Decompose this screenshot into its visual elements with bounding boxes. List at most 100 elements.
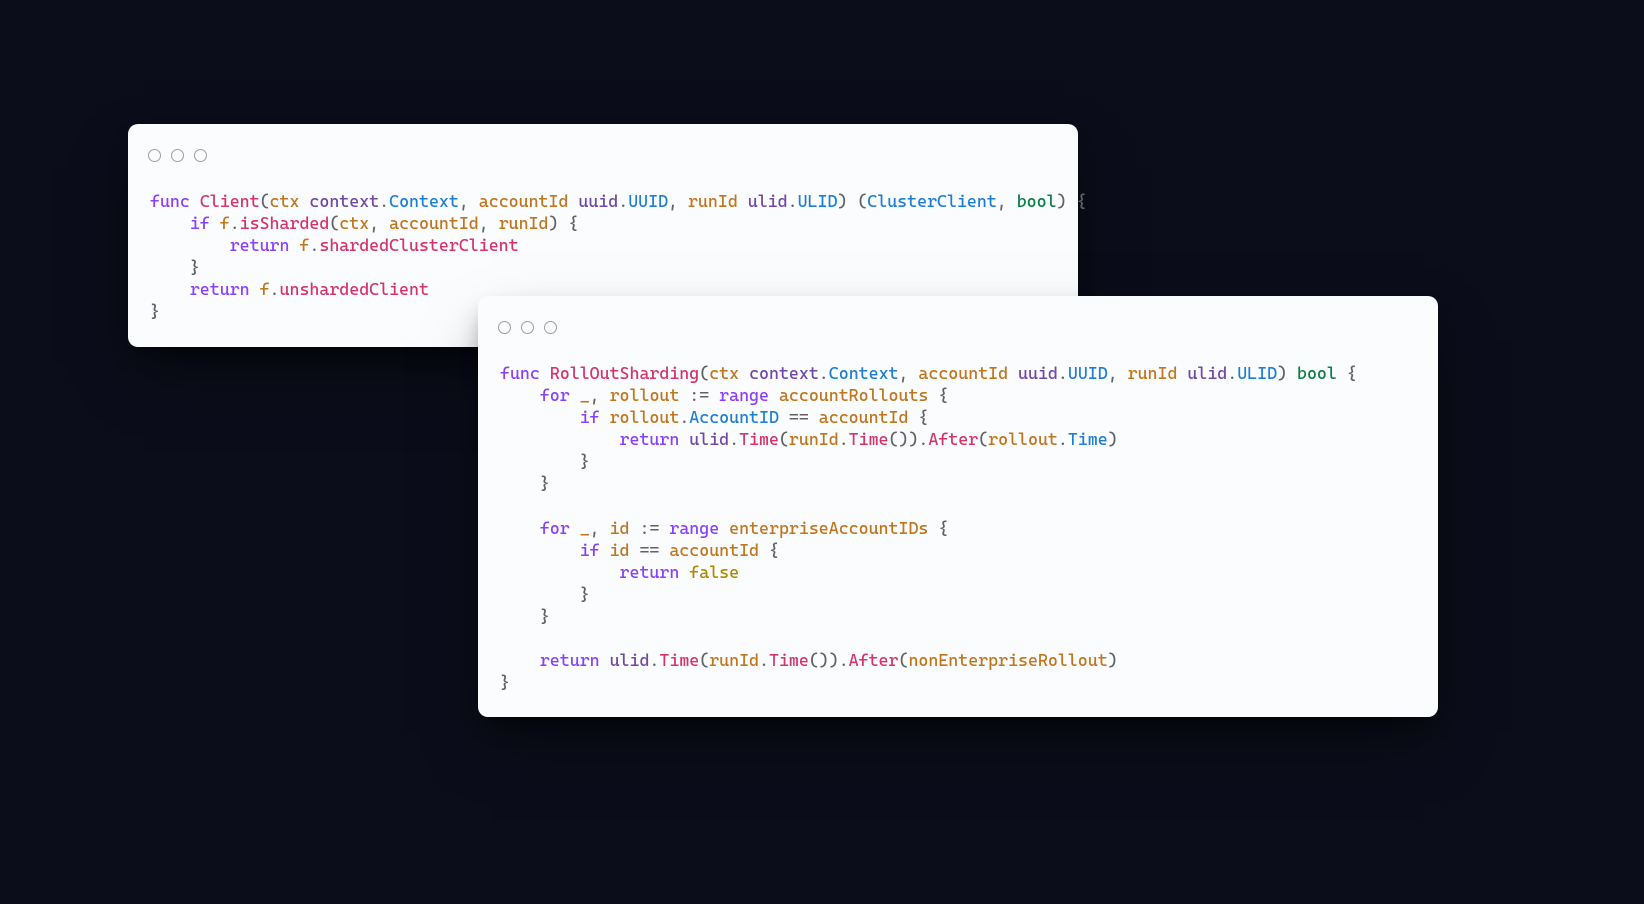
brace: } xyxy=(150,301,160,321)
paren: ( xyxy=(699,650,709,670)
kw-for: for xyxy=(540,518,570,538)
dot: . xyxy=(679,407,689,427)
pkg: ulid xyxy=(748,191,788,211)
kw-range: range xyxy=(719,385,769,405)
paren: () xyxy=(889,429,909,449)
param: accountId xyxy=(479,191,569,211)
arg: ctx xyxy=(339,213,369,233)
brace: } xyxy=(500,672,510,692)
fn-name: Client xyxy=(200,191,260,211)
pkg: ulid xyxy=(1187,363,1227,383)
type: ClusterClient xyxy=(867,191,997,211)
paren: ). xyxy=(908,429,928,449)
paren: ( xyxy=(898,650,908,670)
type: UUID xyxy=(1068,363,1108,383)
arg: accountId xyxy=(389,213,479,233)
paren: ( xyxy=(978,429,988,449)
brace: } xyxy=(540,606,550,626)
comma: , xyxy=(459,191,479,211)
brace: } xyxy=(580,451,590,471)
type: ULID xyxy=(798,191,838,211)
kw-range: range xyxy=(669,518,719,538)
method: isSharded xyxy=(240,213,330,233)
param: accountId xyxy=(918,363,1008,383)
brace: ) { xyxy=(1057,191,1087,211)
brace: } xyxy=(540,473,550,493)
comma: , xyxy=(369,213,389,233)
comma: , xyxy=(997,191,1017,211)
brace: { xyxy=(759,540,779,560)
field: shardedClusterClient xyxy=(319,235,518,255)
paren: ( xyxy=(329,213,339,233)
ident: nonEnterpriseRollout xyxy=(908,650,1107,670)
dot: . xyxy=(309,235,319,255)
assign: := xyxy=(679,385,719,405)
pkg: context xyxy=(309,191,379,211)
assign: := xyxy=(630,518,670,538)
kw-if: if xyxy=(190,213,210,233)
pkg: uuid xyxy=(578,191,618,211)
param: ctx xyxy=(270,191,300,211)
ret-type: bool xyxy=(1297,363,1337,383)
comma: , xyxy=(899,363,919,383)
dot: . xyxy=(1227,363,1237,383)
paren: ). xyxy=(829,650,849,670)
kw-return: return xyxy=(620,429,680,449)
dot: . xyxy=(1058,429,1068,449)
kw-func: func xyxy=(150,191,190,211)
kw-if: if xyxy=(580,407,600,427)
eq: == xyxy=(779,407,819,427)
ident: rollout xyxy=(988,429,1058,449)
dot: . xyxy=(618,191,628,211)
param: ctx xyxy=(709,363,739,383)
ident: id xyxy=(610,540,630,560)
method: Time xyxy=(769,650,809,670)
type: Context xyxy=(829,363,899,383)
pkg: ulid xyxy=(610,650,650,670)
ident: f xyxy=(299,235,309,255)
paren: ) ( xyxy=(837,191,867,211)
ident: _ xyxy=(580,518,590,538)
method: After xyxy=(928,429,978,449)
dot: . xyxy=(649,650,659,670)
ident: runId xyxy=(709,650,759,670)
paren: ( xyxy=(699,363,709,383)
traffic-light-icon xyxy=(171,149,184,162)
ident: id xyxy=(610,518,630,538)
brace: { xyxy=(908,407,928,427)
pkg: ulid xyxy=(689,429,729,449)
ident: rollout xyxy=(610,407,680,427)
code-window-2: func RollOutSharding(ctx context.Context… xyxy=(478,296,1438,717)
literal-false: false xyxy=(689,562,739,582)
field: Time xyxy=(1068,429,1108,449)
method: After xyxy=(849,650,899,670)
eq: == xyxy=(630,540,670,560)
dot: . xyxy=(1058,363,1068,383)
method: Time xyxy=(849,429,889,449)
dot: . xyxy=(729,429,739,449)
dot: . xyxy=(270,279,280,299)
ident: f xyxy=(260,279,270,299)
brace: ) { xyxy=(549,213,579,233)
paren: ( xyxy=(779,429,789,449)
kw-return: return xyxy=(620,562,680,582)
comma: , xyxy=(668,191,688,211)
brace: } xyxy=(580,584,590,604)
dot: . xyxy=(759,650,769,670)
kw-return: return xyxy=(230,235,290,255)
type: ULID xyxy=(1237,363,1277,383)
traffic-light-icon xyxy=(498,321,511,334)
comma: , xyxy=(590,518,610,538)
traffic-light-icon xyxy=(194,149,207,162)
paren: ( xyxy=(260,191,270,211)
brace: { xyxy=(928,518,948,538)
type: bool xyxy=(1017,191,1057,211)
traffic-light-icon xyxy=(544,321,557,334)
brace: { xyxy=(928,385,948,405)
paren: () xyxy=(809,650,829,670)
brace: { xyxy=(1337,363,1357,383)
kw-for: for xyxy=(540,385,570,405)
comma: , xyxy=(479,213,499,233)
comma: , xyxy=(590,385,610,405)
kw-if: if xyxy=(580,540,600,560)
